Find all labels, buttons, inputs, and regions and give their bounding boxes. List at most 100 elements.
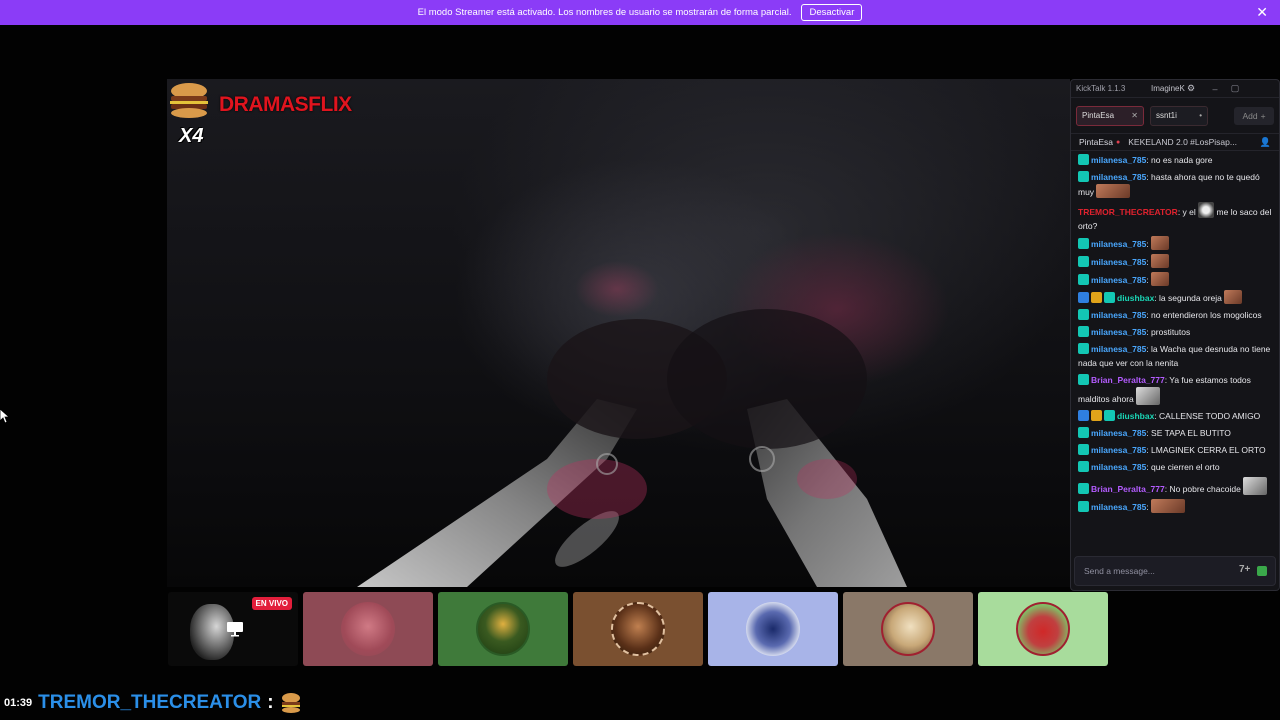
- chat-username[interactable]: milanesa_785: [1091, 445, 1146, 455]
- chat-username[interactable]: milanesa_785: [1091, 462, 1146, 472]
- chat-input-bar: 7+: [1074, 556, 1276, 586]
- unread-dot-icon[interactable]: •: [1199, 111, 1202, 120]
- tab-ssnt1i[interactable]: ssnt1i •: [1150, 105, 1208, 126]
- chat-text: CALLENSE TODO AMIGO: [1159, 411, 1261, 421]
- app-root: El modo Streamer está activado. Los nomb…: [0, 0, 1280, 720]
- chat-username[interactable]: milanesa_785: [1091, 155, 1146, 165]
- chat-username[interactable]: milanesa_785: [1091, 172, 1146, 182]
- chat-message: milanesa_785: prostitutos: [1078, 325, 1273, 339]
- tab-pintaesa[interactable]: PintaEsa ✕: [1076, 105, 1144, 126]
- subscriber-badge-icon: [1078, 171, 1089, 182]
- add-channel-button[interactable]: Add +: [1234, 106, 1274, 125]
- tab-label: ssnt1i: [1156, 111, 1177, 120]
- chat-message-input[interactable]: [1084, 566, 1224, 576]
- chat-username[interactable]: TREMOR_THECREATOR: [1078, 207, 1178, 217]
- chat-text: prostitutos: [1151, 327, 1191, 337]
- gear-icon[interactable]: ⚙: [1187, 83, 1205, 94]
- chat-username[interactable]: diushbax: [1117, 293, 1154, 303]
- dramasflix-logo: DRAMASFLIX X4: [167, 81, 352, 151]
- subscriber-badge-icon: [1078, 238, 1089, 249]
- mouse-cursor-icon: [0, 409, 10, 423]
- chat-message: diushbax: la segunda oreja: [1078, 290, 1273, 305]
- live-badge: EN VIVO: [251, 597, 292, 610]
- banner-text: El modo Streamer está activado. Los nomb…: [417, 7, 792, 18]
- moderator-badge-icon: [1078, 410, 1089, 421]
- maximize-icon[interactable]: ▢: [1225, 83, 1245, 94]
- add-label: Add: [1242, 110, 1258, 121]
- minimize-icon[interactable]: –: [1205, 84, 1225, 94]
- chat-message: milanesa_785: que cierren el orto: [1078, 460, 1273, 474]
- guest-avatar: [1016, 602, 1070, 656]
- screen-share-icon: [227, 622, 243, 637]
- emote-icon: [1151, 499, 1186, 513]
- subscriber-badge-icon: [1104, 292, 1115, 303]
- moderator-badge-icon: [1078, 292, 1089, 303]
- deactivate-button[interactable]: Desactivar: [801, 4, 863, 21]
- subscriber-badge-icon: [1078, 274, 1089, 285]
- guest-tile[interactable]: [978, 592, 1108, 666]
- crown-badge-icon: [1091, 410, 1102, 421]
- streamer-mode-banner: El modo Streamer está activado. Los nomb…: [0, 0, 1280, 25]
- emote-icon: [1198, 202, 1215, 218]
- kicktalk-user[interactable]: ImagineK: [1151, 84, 1187, 93]
- plus-icon: +: [1260, 110, 1266, 121]
- user-icon[interactable]: 👤: [1260, 137, 1271, 148]
- guest-tile[interactable]: [303, 592, 433, 666]
- subscriber-badge-icon: [1078, 374, 1089, 385]
- guest-tile[interactable]: [573, 592, 703, 666]
- subscriber-badge-icon: [1078, 256, 1089, 267]
- chat-message: milanesa_785: LMAGINEK CERRA EL ORTO: [1078, 443, 1273, 457]
- emote-picker-icon[interactable]: [1253, 564, 1271, 578]
- chat-messages[interactable]: milanesa_785: no es nada gore milanesa_7…: [1071, 151, 1279, 537]
- subscriber-badge-icon: [1078, 501, 1089, 512]
- chat-username[interactable]: milanesa_785: [1091, 310, 1146, 320]
- stream-title: KEKELAND 2.0 #LosPisap...: [1128, 137, 1237, 147]
- logo-text: DRAMASFLIX: [219, 93, 352, 116]
- channel-info-bar: PintaEsa ● KEKELAND 2.0 #LosPisap... 👤: [1071, 134, 1279, 151]
- guest-tile[interactable]: [438, 592, 568, 666]
- chat-message: Brian_Peralta_777: Ya fue estamos todos …: [1078, 374, 1251, 405]
- chat-text: LMAGINEK CERRA EL ORTO: [1151, 445, 1266, 455]
- chat-username[interactable]: milanesa_785: [1091, 239, 1146, 249]
- logo-multiplier: X4: [179, 125, 204, 147]
- chat-username[interactable]: milanesa_785: [1091, 502, 1146, 512]
- guest-avatar: [881, 602, 935, 656]
- guest-tile[interactable]: [843, 592, 973, 666]
- chat-text: No pobre chacoide: [1169, 484, 1241, 494]
- subscriber-badge-icon: [1078, 427, 1089, 438]
- host-camera-tile[interactable]: EN VIVO: [168, 592, 298, 666]
- subscriber-badge-icon: [1078, 444, 1089, 455]
- chat-username[interactable]: Brian_Peralta_777: [1091, 484, 1165, 494]
- emote-icon: [1151, 272, 1170, 286]
- chat-message: milanesa_785: la Wacha que desnuda no ti…: [1078, 343, 1271, 368]
- chat-text: la segunda oreja: [1159, 293, 1222, 303]
- chat-text: SE TAPA EL BUTITO: [1151, 428, 1231, 438]
- chat-username[interactable]: milanesa_785: [1091, 275, 1146, 285]
- chat-message: milanesa_785:: [1078, 272, 1273, 287]
- stream-video[interactable]: DRAMASFLIX X4: [167, 79, 1070, 587]
- emote-icon: [1243, 477, 1268, 495]
- close-icon[interactable]: ✕: [1131, 111, 1138, 120]
- chat-message: milanesa_785:: [1078, 499, 1273, 514]
- chat-username[interactable]: diushbax: [1117, 411, 1154, 421]
- close-icon[interactable]: ✕: [1256, 4, 1268, 20]
- chat-message: milanesa_785:: [1078, 254, 1273, 269]
- chat-username[interactable]: milanesa_785: [1091, 344, 1146, 354]
- translate-icon[interactable]: 7+: [1239, 564, 1253, 578]
- chat-message: milanesa_785: no es nada gore: [1078, 153, 1273, 167]
- emote-icon: [1096, 184, 1131, 198]
- caption-time: 01:39: [4, 697, 33, 709]
- chat-username[interactable]: milanesa_785: [1091, 327, 1146, 337]
- chat-username[interactable]: Brian_Peralta_777: [1091, 375, 1165, 385]
- chat-username[interactable]: milanesa_785: [1091, 428, 1146, 438]
- chat-username[interactable]: milanesa_785: [1091, 257, 1146, 267]
- guest-tile[interactable]: [708, 592, 838, 666]
- live-dot-icon: ●: [1116, 138, 1121, 146]
- chat-text: que cierren el orto: [1151, 462, 1220, 472]
- subscriber-badge-icon: [1078, 483, 1089, 494]
- chat-message: diushbax: CALLENSE TODO AMIGO: [1078, 409, 1273, 423]
- chat-message: milanesa_785: hasta ahora que no te qued…: [1078, 171, 1260, 198]
- video-frame-art: [357, 309, 907, 587]
- chat-text: no entendieron los mogolicos: [1151, 310, 1262, 320]
- kicktalk-title: KickTalk 1.1.3: [1076, 84, 1126, 93]
